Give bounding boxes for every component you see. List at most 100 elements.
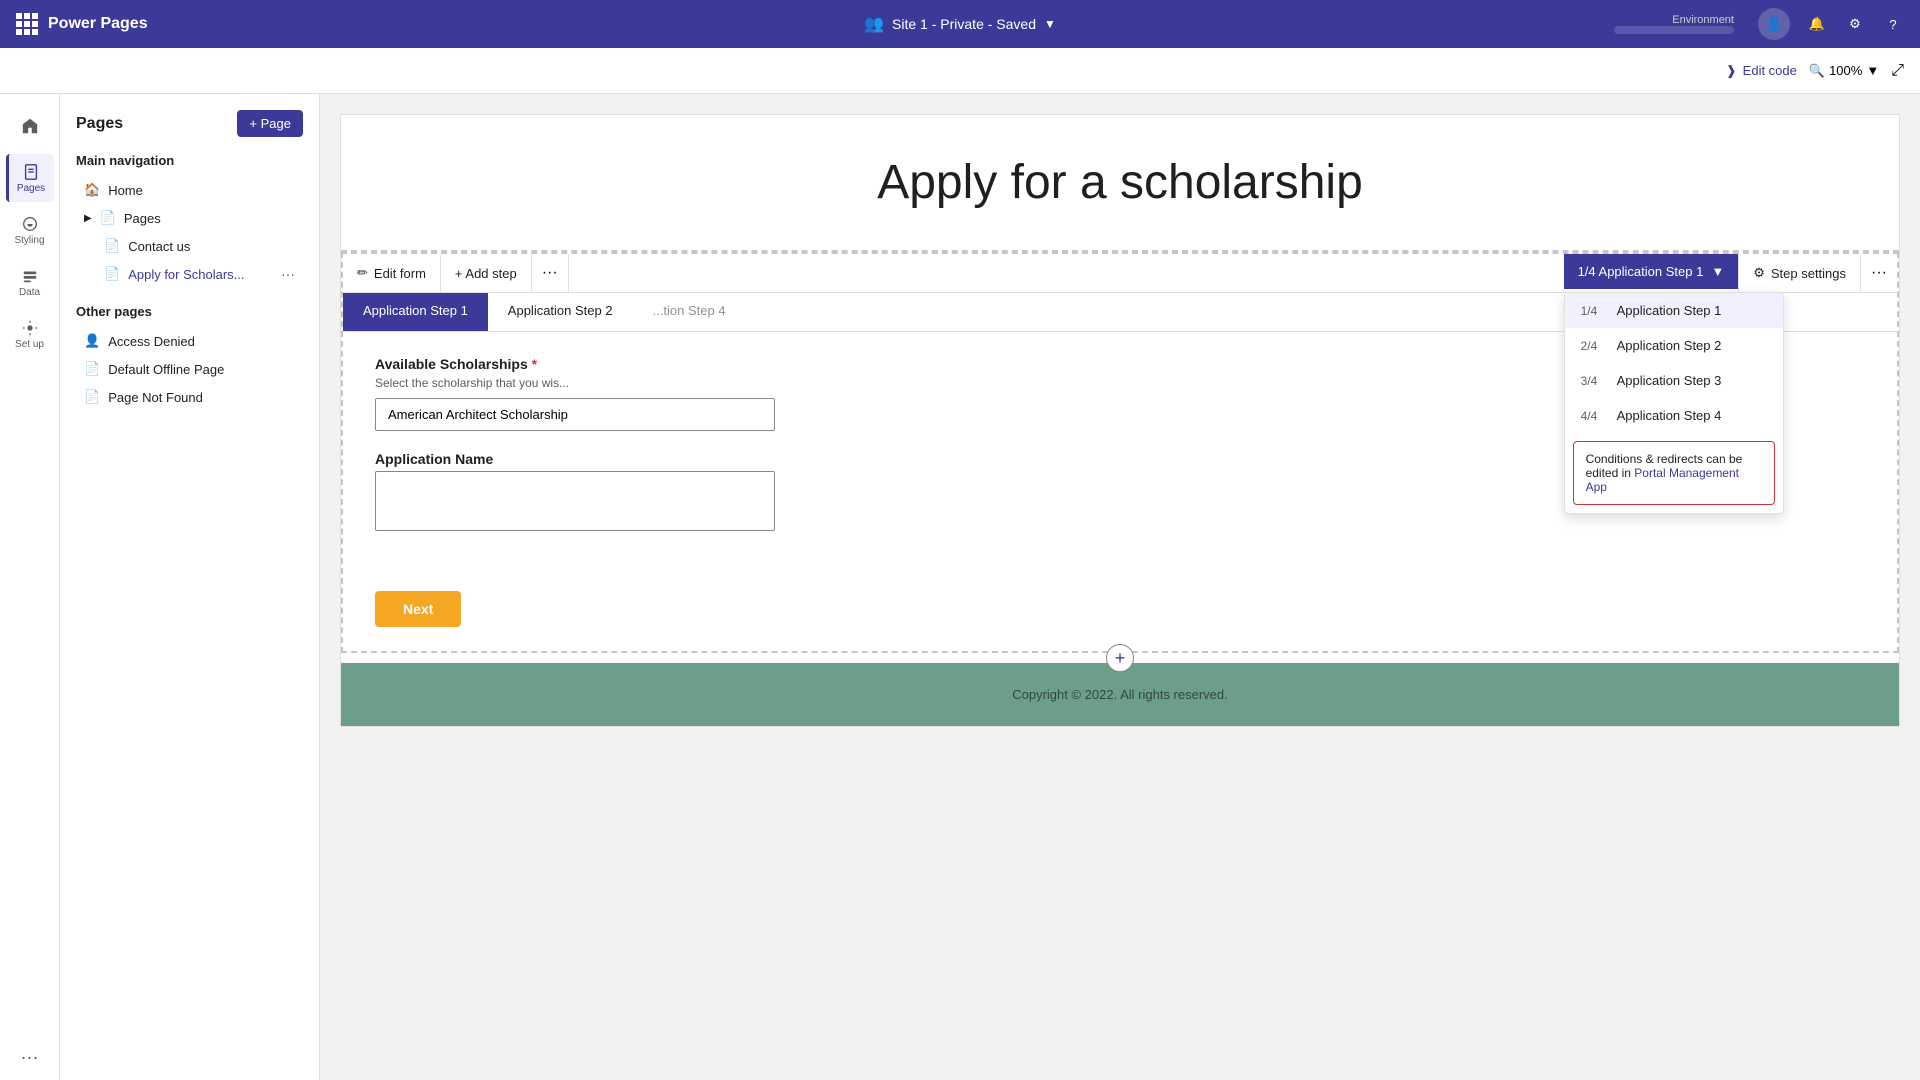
site-status-text: Site 1 - Private - Saved xyxy=(892,16,1036,32)
help-icon[interactable]: ? xyxy=(1882,13,1904,35)
secondbar: ❱ Edit code 🔍 100% ▼ ⤢ xyxy=(0,48,1920,94)
other-pages-section: Other pages 👤 Access Denied 📄 Default Of… xyxy=(76,304,303,411)
step-4-num: 4/4 xyxy=(1581,409,1605,423)
topbar: Power Pages 👥 Site 1 - Private - Saved ▼… xyxy=(0,0,1920,48)
step-tab-2-label: Application Step 2 xyxy=(508,303,613,318)
sidebar-styling-item[interactable]: Styling xyxy=(6,206,54,254)
step-3-num: 3/4 xyxy=(1581,374,1605,388)
step-selector-button[interactable]: 1/4 Application Step 1 ▼ xyxy=(1564,254,1739,289)
add-page-button[interactable]: + Page xyxy=(237,110,303,137)
sidebar-home-icon[interactable] xyxy=(6,102,54,150)
chevron-down-icon[interactable]: ▼ xyxy=(1044,17,1056,31)
step-tab-3-label: ...tion Step 4 xyxy=(653,303,726,318)
scholarships-label-text: Available Scholarships xyxy=(375,356,532,372)
step-tab-1[interactable]: Application Step 1 xyxy=(343,293,488,331)
offline-label: Default Offline Page xyxy=(108,362,224,377)
step-settings-icon: ⚙ xyxy=(1753,265,1765,281)
toolbar-left: ✏ Edit form + Add step ··· xyxy=(343,254,569,292)
step-dropdown-item-1[interactable]: 1/4 Application Step 1 xyxy=(1565,293,1783,328)
next-button[interactable]: Next xyxy=(375,591,461,627)
step-dropdown-item-2[interactable]: 2/4 Application Step 2 xyxy=(1565,328,1783,363)
zoom-chevron-icon: ▼ xyxy=(1866,63,1879,78)
zoom-icon: 🔍 xyxy=(1809,63,1825,79)
sidebar-setup-item[interactable]: Set up xyxy=(6,310,54,358)
offline-icon: 📄 xyxy=(84,361,100,377)
main-nav-title: Main navigation xyxy=(76,153,303,168)
form-toolbar: ✏ Edit form + Add step ··· 1/4 Applicati… xyxy=(343,254,1897,293)
sidebar-item-not-found[interactable]: 📄 Page Not Found xyxy=(76,383,303,411)
apply-label: Apply for Scholars... xyxy=(128,267,244,282)
page-header-section: Apply for a scholarship xyxy=(341,115,1899,252)
step-2-num: 2/4 xyxy=(1581,339,1605,353)
edit-code-icon: ❱ xyxy=(1726,63,1737,79)
step-selector-chevron-icon: ▼ xyxy=(1711,264,1724,279)
site-status-center: 👥 Site 1 - Private - Saved ▼ xyxy=(864,14,1056,34)
app-logo: Power Pages xyxy=(16,13,148,35)
add-section-button[interactable]: + xyxy=(1106,644,1134,672)
sidebar-pages-label: Pages xyxy=(17,183,45,194)
sidebar-styling-label: Styling xyxy=(14,235,44,246)
edit-form-button[interactable]: ✏ Edit form xyxy=(343,254,441,292)
sidebar-title: Pages xyxy=(76,115,123,133)
pages-label: Pages xyxy=(124,211,161,226)
edit-form-icon: ✏ xyxy=(357,265,368,281)
step-1-label: Application Step 1 xyxy=(1617,303,1722,318)
step-more-icon[interactable]: ··· xyxy=(1860,254,1897,292)
form-more-icon[interactable]: ··· xyxy=(532,254,569,292)
not-found-icon: 📄 xyxy=(84,389,100,405)
other-pages-title: Other pages xyxy=(76,304,303,319)
sidebar-pages-item[interactable]: Pages xyxy=(6,154,54,202)
home-label: Home xyxy=(108,183,143,198)
add-section-area: + xyxy=(341,653,1899,663)
settings-icon[interactable]: ⚙ xyxy=(1844,13,1866,35)
step-3-label: Application Step 3 xyxy=(1617,373,1722,388)
add-step-button[interactable]: + Add step xyxy=(441,254,532,292)
sidebar-item-home[interactable]: 🏠 Home xyxy=(76,176,303,204)
sidebar-item-offline[interactable]: 📄 Default Offline Page xyxy=(76,355,303,383)
page-title: Apply for a scholarship xyxy=(381,155,1859,210)
step-dropdown-item-4[interactable]: 4/4 Application Step 4 xyxy=(1565,398,1783,433)
user-icon[interactable]: 👤 xyxy=(1758,8,1790,40)
scholarships-input[interactable] xyxy=(375,398,775,431)
notification-icon[interactable]: 🔔 xyxy=(1806,13,1828,35)
sidebar-header: Pages + Page xyxy=(76,110,303,137)
sidebar-more-icon[interactable]: ··· xyxy=(21,1047,39,1068)
expand-button[interactable]: ⤢ xyxy=(1891,62,1904,80)
site-icon: 👥 xyxy=(864,14,884,34)
sidebar-data-label: Data xyxy=(19,287,40,298)
pages-icon: 📄 xyxy=(100,210,116,226)
main-layout: Pages Styling Data Set up ··· Pages + Pa… xyxy=(0,94,1920,1080)
environment-box: Environment xyxy=(1614,14,1734,34)
step-dropdown-menu: 1/4 Application Step 1 2/4 Application S… xyxy=(1564,292,1784,514)
edit-form-label: Edit form xyxy=(374,266,426,281)
step-tab-2[interactable]: Application Step 2 xyxy=(488,293,633,331)
sidebar-item-contact[interactable]: 📄 Contact us xyxy=(76,232,303,260)
sidebar-setup-label: Set up xyxy=(15,339,44,350)
step-settings-button[interactable]: ⚙ Step settings xyxy=(1738,254,1860,292)
application-name-input[interactable] xyxy=(375,471,775,531)
access-denied-icon: 👤 xyxy=(84,333,100,349)
sidebar-item-access-denied[interactable]: 👤 Access Denied xyxy=(76,327,303,355)
grid-icon[interactable] xyxy=(16,13,38,35)
environment-name xyxy=(1614,26,1734,34)
main-canvas: Apply for a scholarship ✏ Edit form + Ad… xyxy=(320,94,1920,1080)
step-tab-3[interactable]: ...tion Step 4 xyxy=(633,293,746,331)
step-settings-label: Step settings xyxy=(1771,266,1846,281)
scholarships-required-indicator: * xyxy=(532,356,537,372)
apply-more-icon[interactable]: ··· xyxy=(281,266,295,282)
form-section: ✏ Edit form + Add step ··· 1/4 Applicati… xyxy=(341,252,1899,653)
apply-icon: 📄 xyxy=(104,266,120,282)
step-dropdown-item-3[interactable]: 3/4 Application Step 3 xyxy=(1565,363,1783,398)
edit-code-button[interactable]: ❱ Edit code xyxy=(1726,63,1797,79)
sidebar-item-apply[interactable]: 📄 Apply for Scholars... ··· xyxy=(76,260,303,288)
step-4-label: Application Step 4 xyxy=(1617,408,1722,423)
access-denied-label: Access Denied xyxy=(108,334,195,349)
add-step-label: + Add step xyxy=(455,266,517,281)
step-selector-container: 1/4 Application Step 1 ▼ 1/4 Application… xyxy=(1564,254,1739,292)
edit-code-label: Edit code xyxy=(1743,63,1797,78)
page-container: Apply for a scholarship ✏ Edit form + Ad… xyxy=(340,114,1900,727)
sidebar-item-pages[interactable]: ▶ 📄 Pages xyxy=(76,204,303,232)
zoom-control[interactable]: 🔍 100% ▼ xyxy=(1809,63,1879,79)
sidebar-data-item[interactable]: Data xyxy=(6,258,54,306)
environment-label: Environment xyxy=(1614,14,1734,26)
